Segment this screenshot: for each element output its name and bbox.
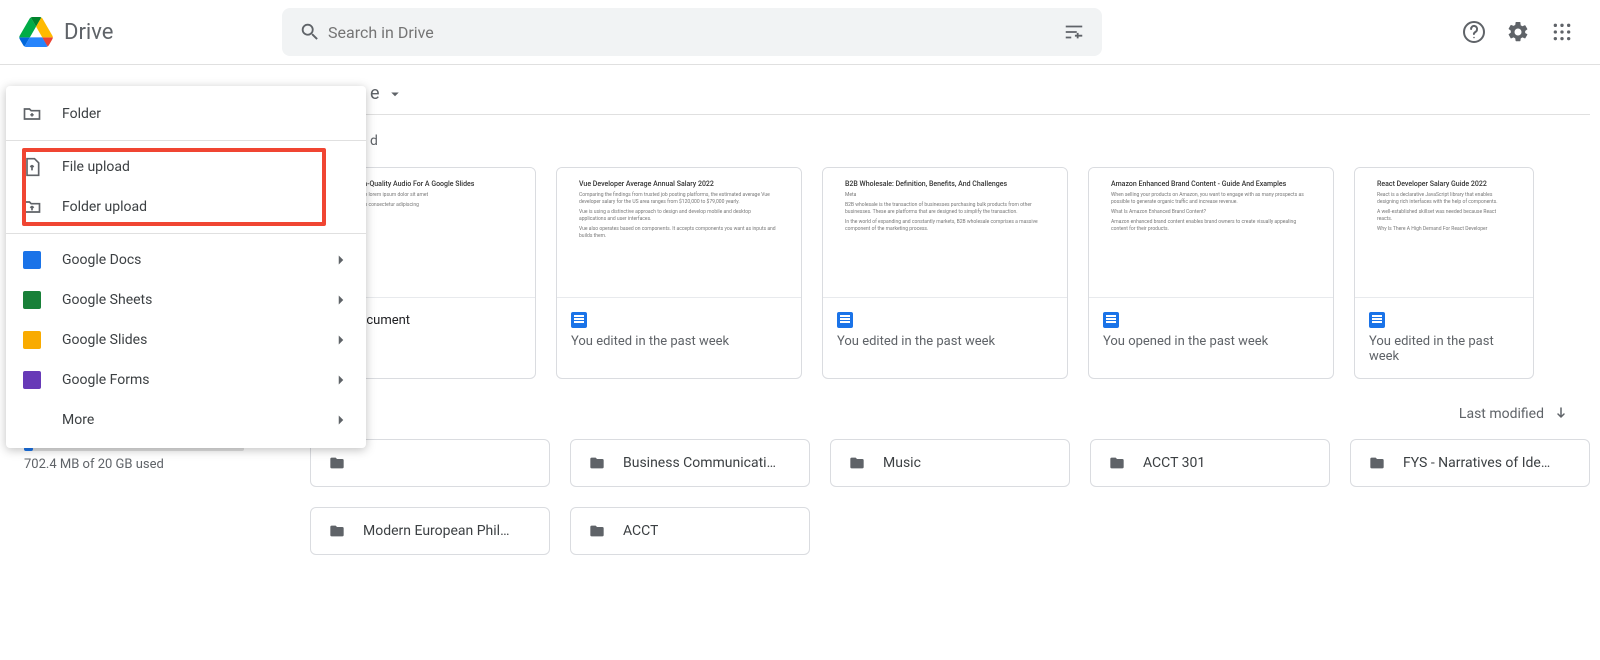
docs-icon [837, 312, 853, 328]
docs-icon [1369, 312, 1385, 328]
docs-icon [1103, 312, 1119, 328]
menu-google-slides[interactable]: Google Slides [6, 320, 366, 360]
apps-grid-icon[interactable] [1550, 20, 1574, 44]
drive-logo-icon [16, 12, 56, 52]
file-upload-icon [22, 157, 42, 177]
new-folder-icon [22, 104, 42, 124]
chevron-right-icon [332, 411, 350, 429]
logo-area[interactable]: Drive [16, 12, 276, 52]
breadcrumb[interactable]: e [370, 83, 1600, 104]
card-subtitle: You edited in the past week [571, 334, 787, 349]
folder-item[interactable]: ACCT 301 [1090, 439, 1330, 487]
settings-icon[interactable] [1506, 20, 1530, 44]
suggested-card[interactable]: Vue Developer Average Annual Salary 2022… [556, 167, 802, 379]
folder-item[interactable]: FYS - Narratives of Ide… [1350, 439, 1590, 487]
folder-name: FYS - Narratives of Ide… [1403, 455, 1550, 471]
new-context-menu: Folder File upload Folder upload Google … [6, 86, 366, 448]
menu-label: Google Sheets [62, 292, 152, 308]
folder-item[interactable]: Music [830, 439, 1070, 487]
menu-label: Google Forms [62, 372, 150, 388]
chevron-right-icon [332, 371, 350, 389]
menu-google-sheets[interactable]: Google Sheets [6, 280, 366, 320]
folder-icon [587, 523, 607, 539]
folder-icon [1107, 455, 1127, 471]
card-subtitle: You edited in the past week [1369, 334, 1519, 364]
folder-icon [1367, 455, 1387, 471]
card-preview: B2B Wholesale: Definition, Benefits, And… [823, 168, 1067, 298]
card-subtitle: You edited in the past week [837, 334, 1053, 349]
chevron-right-icon [332, 251, 350, 269]
folder-name: Modern European Phil… [363, 523, 509, 539]
storage-text: 702.4 MB of 20 GB used [0, 457, 260, 472]
menu-google-forms[interactable]: Google Forms [6, 360, 366, 400]
menu-label: More [62, 412, 94, 428]
suggested-card[interactable]: Amazon Enhanced Brand Content - Guide An… [1088, 167, 1334, 379]
folder-item[interactable]: Modern European Phil… [310, 507, 550, 555]
menu-new-folder[interactable]: Folder [6, 94, 366, 134]
menu-label: Google Docs [62, 252, 141, 268]
folders-header: Folders Last modified [310, 405, 1570, 423]
chevron-right-icon [332, 291, 350, 309]
card-subtitle: You opened in the past week [1103, 334, 1319, 349]
suggested-label: d [370, 133, 1600, 149]
header-icons [1462, 20, 1574, 44]
folder-icon [847, 455, 867, 471]
menu-label: Google Slides [62, 332, 147, 348]
folder-item[interactable]: Business Communicati… [570, 439, 810, 487]
folder-name: ACCT 301 [1143, 455, 1205, 471]
menu-google-docs[interactable]: Google Docs [6, 240, 366, 280]
forms-icon [22, 370, 42, 390]
folder-icon [327, 523, 347, 539]
app-name: Drive [64, 20, 113, 45]
sort-arrow-icon[interactable] [1552, 405, 1570, 423]
sheets-icon [22, 290, 42, 310]
folder-item[interactable]: ACCT [570, 507, 810, 555]
suggested-card[interactable]: B2B Wholesale: Definition, Benefits, And… [822, 167, 1068, 379]
search-input[interactable] [328, 23, 1056, 42]
chevron-right-icon [332, 331, 350, 349]
blank-icon [22, 410, 42, 430]
folder-icon [327, 455, 347, 471]
menu-label: Folder upload [62, 199, 147, 215]
folder-name: Business Communicati… [623, 455, 776, 471]
search-icon[interactable] [292, 14, 328, 50]
menu-file-upload[interactable]: File upload [6, 147, 366, 187]
slides-icon [22, 330, 42, 350]
menu-label: Folder [62, 106, 101, 122]
docs-icon [22, 250, 42, 270]
card-preview: Amazon Enhanced Brand Content - Guide An… [1089, 168, 1333, 298]
folder-icon [587, 455, 607, 471]
card-preview: React Developer Salary Guide 2022 React … [1355, 168, 1533, 298]
menu-label: File upload [62, 159, 130, 175]
folder-upload-icon [22, 197, 42, 217]
search-bar[interactable] [282, 8, 1102, 56]
help-icon[interactable] [1462, 20, 1486, 44]
suggested-row: How To Add High-Quality Audio For A Goog… [280, 149, 1600, 379]
header: Drive [0, 0, 1600, 64]
menu-folder-upload[interactable]: Folder upload [6, 187, 366, 227]
chevron-down-icon [386, 85, 404, 103]
sort-label[interactable]: Last modified [1459, 406, 1544, 422]
breadcrumb-text: e [370, 83, 380, 104]
menu-more[interactable]: More [6, 400, 366, 440]
folder-name: ACCT [623, 523, 658, 539]
search-options-icon[interactable] [1056, 14, 1092, 50]
suggested-card[interactable]: React Developer Salary Guide 2022 React … [1354, 167, 1534, 379]
main-area: e d How To Add High-Quality Audio For A … [280, 65, 1600, 555]
folder-name: Music [883, 455, 921, 471]
docs-icon [571, 312, 587, 328]
folders-row: Business Communicati… Music ACCT 301 FYS - … [280, 423, 1600, 555]
card-preview: Vue Developer Average Annual Salary 2022… [557, 168, 801, 298]
